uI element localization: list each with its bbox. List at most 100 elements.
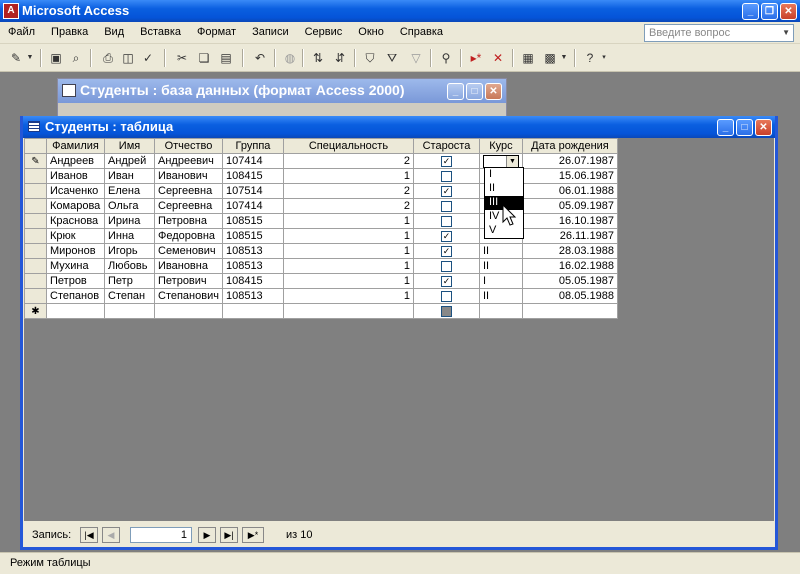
cell-group[interactable]: 108513 xyxy=(221,258,284,274)
cell-specialty[interactable]: 2 xyxy=(282,198,414,214)
cell-birth-date[interactable]: 16.02.1988 xyxy=(521,258,618,274)
new-record-cell[interactable] xyxy=(154,303,223,319)
cell-birth-date[interactable]: 26.11.1987 xyxy=(521,228,618,244)
next-record-button[interactable]: ▶ xyxy=(198,527,216,543)
cell-first-name[interactable]: Любовь xyxy=(104,258,155,274)
table-row[interactable]: Мухина Любовь Ивановна 108513 1 II 16.02.1988 xyxy=(24,258,618,274)
record-selector[interactable] xyxy=(24,228,47,244)
menu-records[interactable]: Записи xyxy=(252,26,289,38)
cell-last-name[interactable]: Миронов xyxy=(46,243,105,259)
cell-head-checkbox[interactable] xyxy=(412,258,480,274)
cell-first-name[interactable]: Андрей xyxy=(104,153,155,169)
cell-birth-date[interactable]: 16.10.1987 xyxy=(521,213,618,229)
new-object-icon[interactable]: ▩ xyxy=(542,50,558,66)
head-checkbox[interactable] xyxy=(440,290,452,302)
table-row[interactable]: ✎ Андреев Андрей Андреевич 107414 2 ✓ ▼ 26.07.19… xyxy=(24,153,618,169)
cell-specialty[interactable]: 1 xyxy=(282,288,414,304)
cell-first-name[interactable]: Петр xyxy=(104,273,155,289)
column-header[interactable]: Курс xyxy=(478,138,523,154)
cell-last-name[interactable]: Крюк xyxy=(46,228,105,244)
table-maximize-button[interactable]: □ xyxy=(736,119,753,136)
cell-course[interactable]: I xyxy=(478,273,523,289)
delete-record-icon[interactable]: ✕ xyxy=(490,50,506,66)
cell-group[interactable]: 108515 xyxy=(221,213,284,229)
previous-record-button[interactable]: ◀ xyxy=(102,527,120,543)
cell-last-name[interactable]: Мухина xyxy=(46,258,105,274)
spelling-icon[interactable]: ✓ xyxy=(140,50,156,66)
cell-middle-name[interactable]: Ивановна xyxy=(154,258,223,274)
cell-birth-date[interactable]: 15.06.1987 xyxy=(521,168,618,184)
cell-middle-name[interactable]: Степанович xyxy=(154,288,223,304)
cell-head-checkbox[interactable] xyxy=(412,213,480,229)
new-record-cell[interactable] xyxy=(478,303,523,319)
select-all-corner[interactable] xyxy=(24,138,47,154)
menu-file[interactable]: Файл xyxy=(8,26,35,38)
cell-group[interactable]: 108513 xyxy=(221,243,284,259)
cell-group[interactable]: 107414 xyxy=(221,198,284,214)
new-record-row[interactable]: ✱ xyxy=(24,303,618,319)
cell-first-name[interactable]: Елена xyxy=(104,183,155,199)
column-header[interactable]: Староста xyxy=(412,138,480,154)
cell-last-name[interactable]: Степанов xyxy=(46,288,105,304)
search-file-icon[interactable]: ⌕ xyxy=(68,50,84,66)
record-selector[interactable]: ✎ xyxy=(24,153,47,169)
first-record-button[interactable]: |◀ xyxy=(80,527,98,543)
menu-window[interactable]: Окно xyxy=(358,26,384,38)
cell-group[interactable]: 108513 xyxy=(221,288,284,304)
new-head-checkbox-cell[interactable] xyxy=(412,303,480,319)
current-record-field[interactable]: 1 xyxy=(130,527,192,543)
cell-head-checkbox[interactable] xyxy=(412,198,480,214)
head-checkbox[interactable] xyxy=(440,170,452,182)
head-checkbox[interactable]: ✓ xyxy=(440,155,452,167)
head-checkbox[interactable] xyxy=(440,200,452,212)
new-record-icon[interactable]: ▸* xyxy=(468,50,484,66)
cell-birth-date[interactable]: 05.09.1987 xyxy=(521,198,618,214)
cell-group[interactable]: 108515 xyxy=(221,228,284,244)
column-header[interactable]: Дата рождения xyxy=(521,138,618,154)
cell-last-name[interactable]: Иванов xyxy=(46,168,105,184)
cell-group[interactable]: 107414 xyxy=(221,153,284,169)
table-row[interactable]: Краснова Ирина Петровна 108515 1 16.10.1987 xyxy=(24,213,618,229)
access-app-icon[interactable]: A xyxy=(3,3,19,19)
cell-birth-date[interactable]: 08.05.1988 xyxy=(521,288,618,304)
record-selector[interactable] xyxy=(24,168,47,184)
table-row[interactable]: Петров Петр Петрович 108415 1 ✓ I 05.05.1987 xyxy=(24,273,618,289)
new-record-cell[interactable] xyxy=(282,303,414,319)
menu-edit[interactable]: Правка xyxy=(51,26,88,38)
column-header[interactable]: Имя xyxy=(104,138,155,154)
cell-first-name[interactable]: Степан xyxy=(104,288,155,304)
db-close-button[interactable]: ✕ xyxy=(485,83,502,100)
db-maximize-button[interactable]: □ xyxy=(466,83,483,100)
cell-birth-date[interactable]: 28.03.1988 xyxy=(521,243,618,259)
cell-first-name[interactable]: Ирина xyxy=(104,213,155,229)
new-record-cell[interactable] xyxy=(521,303,618,319)
close-button[interactable]: ✕ xyxy=(780,3,797,20)
copy-icon[interactable]: ❏ xyxy=(196,50,212,66)
cell-middle-name[interactable]: Сергеевна xyxy=(154,183,223,199)
column-header[interactable]: Группа xyxy=(221,138,284,154)
cell-specialty[interactable]: 2 xyxy=(282,153,414,169)
undo-icon[interactable]: ↶ xyxy=(252,50,268,66)
record-selector[interactable] xyxy=(24,243,47,259)
new-record-cell[interactable] xyxy=(46,303,105,319)
cell-course[interactable]: II xyxy=(478,258,523,274)
record-selector[interactable] xyxy=(24,258,47,274)
cell-middle-name[interactable]: Петрович xyxy=(154,273,223,289)
cell-birth-date[interactable]: 05.05.1987 xyxy=(521,273,618,289)
cell-first-name[interactable]: Иван xyxy=(104,168,155,184)
cell-first-name[interactable]: Игорь xyxy=(104,243,155,259)
print-icon[interactable]: ⎙ xyxy=(100,50,116,66)
cell-head-checkbox[interactable] xyxy=(412,288,480,304)
toolbar-options-icon[interactable]: ▾ xyxy=(600,50,608,66)
table-minimize-button[interactable]: _ xyxy=(717,119,734,136)
cell-course[interactable]: II xyxy=(478,288,523,304)
cell-last-name[interactable]: Комарова xyxy=(46,198,105,214)
new-object-dropdown-icon[interactable]: ▼ xyxy=(560,50,568,66)
course-combo-box[interactable]: ▼ xyxy=(482,154,519,168)
column-header[interactable]: Отчество xyxy=(154,138,223,154)
new-record-cell[interactable] xyxy=(221,303,284,319)
menu-format[interactable]: Формат xyxy=(197,26,236,38)
cell-head-checkbox[interactable]: ✓ xyxy=(412,228,480,244)
view-dropdown-icon[interactable]: ▼ xyxy=(26,50,34,66)
cell-middle-name[interactable]: Федоровна xyxy=(154,228,223,244)
